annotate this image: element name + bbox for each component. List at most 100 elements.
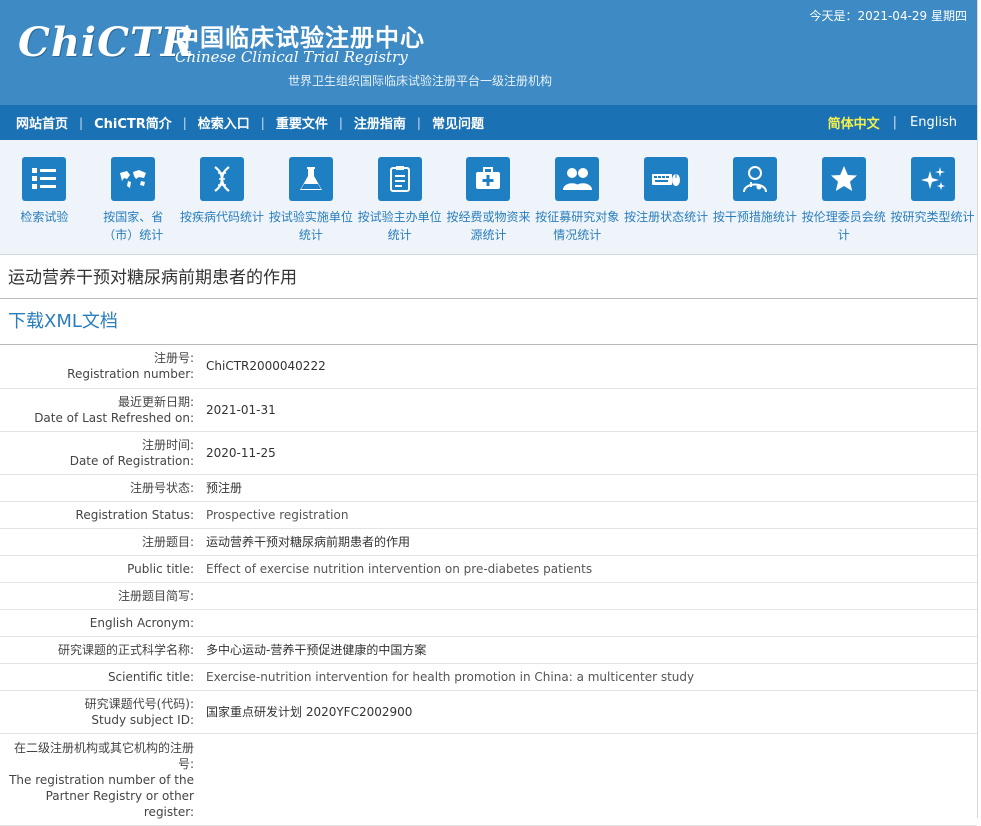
stat-by-registration-status[interactable]: 按注册状态统计 [622,140,711,254]
nav-separator: | [338,115,343,130]
nav-guide[interactable]: 注册指南 [354,113,406,132]
lang-chinese-link[interactable]: 简体中文 [828,113,880,132]
nav-separator: | [416,115,421,130]
site-title-en: Chinese Clinical Trial Registry [175,48,408,66]
nav-documents[interactable]: 重要文件 [276,113,328,132]
field-label: 研究课题的正式科学名称: [0,636,200,664]
table-row: English Acronym: [0,609,977,637]
medical-kit-icon [466,157,511,201]
registration-info-table: 注册号: Registration number: ChiCTR200004022… [0,345,977,826]
icon-label: 按试验实施单位统计 [268,210,353,242]
nav-search[interactable]: 检索入口 [198,113,250,132]
table-row: 研究课题的正式科学名称: 多中心运动-营养干预促进健康的中国方案 [0,636,977,664]
field-value: 2020-11-25 [200,431,977,475]
field-label: 在二级注册机构或其它机构的注册号: The registration number… [0,733,200,826]
doctor-icon [732,157,777,201]
logo-text: ChiCTR [18,19,195,66]
flask-icon [288,157,333,201]
field-value: ChiCTR2000040222 [200,345,977,389]
sparkle-icon [910,157,955,201]
icon-label: 检索试验 [20,210,69,224]
field-label: Registration Status: [0,501,200,529]
field-value: Effect of exercise nutrition interventio… [200,555,977,583]
stat-by-funding[interactable]: 按经费或物资来源统计 [444,140,533,254]
label-en: Study subject ID: [91,712,194,727]
table-row: 在二级注册机构或其它机构的注册号: The registration number… [0,733,977,826]
dna-icon [200,157,245,201]
nav-faq[interactable]: 常见问题 [432,113,484,132]
field-label: 注册题目: [0,528,200,556]
stat-by-institution[interactable]: 按试验实施单位统计 [266,140,355,254]
list-numbered-icon [22,157,67,201]
table-row: 注册号: Registration number: ChiCTR200004022… [0,345,977,389]
field-label: 研究课题代号(代码): Study subject ID: [0,690,200,734]
table-row: 注册题目简写: [0,582,977,610]
field-value: 国家重点研发计划 2020YFC2002900 [200,690,977,734]
field-value: 运动营养干预对糖尿病前期患者的作用 [200,528,977,556]
field-label: 注册题目简写: [0,582,200,610]
icon-label: 按国家、省（市）统计 [103,210,164,242]
field-value: 预注册 [200,474,977,502]
star-icon [821,157,866,201]
stat-search-trials[interactable]: 检索试验 [0,140,89,254]
label-en: Date of Last Refreshed on: [34,410,194,425]
field-value: Prospective registration [200,501,977,529]
field-label: Scientific title: [0,663,200,691]
lang-separator: | [892,115,898,130]
lang-english-link[interactable]: English [910,115,957,130]
label-en: Date of Registration: [69,453,194,468]
field-value: 多中心运动-营养干预促进健康的中国方案 [200,636,977,664]
stat-by-study-type[interactable]: 按研究类型统计 [888,140,977,254]
site-subtitle: 世界卫生组织国际临床试验注册平台一级注册机构 [288,74,553,88]
label-cn: 最近更新日期: [117,394,194,409]
label-cn: 在二级注册机构或其它机构的注册号: [13,740,194,771]
field-label: 注册时间: Date of Registration: [0,431,200,475]
stat-by-ethics-committee[interactable]: 按伦理委员会统计 [799,140,888,254]
field-label: Public title: [0,555,200,583]
icon-label: 按注册状态统计 [624,210,709,224]
label-cn: 注册时间: [141,437,194,452]
main-nav: 网站首页 | ChiCTR简介 | 检索入口 | 重要文件 | 注册指南 | 常… [0,105,977,140]
nav-separator: | [260,115,265,130]
current-date: 今天是：2021-04-29 星期四 [809,9,967,23]
nav-home[interactable]: 网站首页 [16,113,68,132]
field-value: 2021-01-31 [200,388,977,432]
site-header: ChiCTR 中国临床试验注册中心 Chinese Clinical Trial… [0,0,977,105]
nav-about[interactable]: ChiCTR简介 [94,113,172,132]
field-value [200,609,977,637]
trial-title: 运动营养干预对糖尿病前期患者的作用 [0,255,977,299]
icon-label: 按经费或物资来源统计 [446,210,531,242]
page: ChiCTR 中国临床试验注册中心 Chinese Clinical Trial… [0,0,978,826]
field-label: 注册号: Registration number: [0,345,200,389]
world-map-icon [111,157,156,201]
table-row: Registration Status: Prospective registr… [0,501,977,529]
table-row: 研究课题代号(代码): Study subject ID: 国家重点研发计划 20… [0,690,977,734]
people-icon [555,157,600,201]
icon-label: 按征募研究对象情况统计 [535,210,620,242]
label-en: Registration number: [67,367,194,382]
nav-separator: | [79,115,84,130]
icon-label: 按试验主办单位统计 [357,210,442,242]
stat-by-disease[interactable]: 按疾病代码统计 [178,140,267,254]
statistics-toolbar: 检索试验 按国家、省（市）统计 按疾病代码统计 按试验实施单位统计 按试验主办单… [0,140,977,255]
download-xml-link[interactable]: 下载XML文档 [0,299,977,345]
field-label: 最近更新日期: Date of Last Refreshed on: [0,388,200,432]
stat-by-intervention[interactable]: 按干预措施统计 [711,140,800,254]
stat-by-sponsor[interactable]: 按试验主办单位统计 [355,140,444,254]
icon-label: 按疾病代码统计 [180,210,265,224]
stat-by-recruitment[interactable]: 按征募研究对象情况统计 [533,140,622,254]
field-label: 注册号状态: [0,474,200,502]
label-cn: 注册号: [153,351,194,366]
keyboard-mouse-icon [644,157,689,201]
clipboard-icon [377,157,422,201]
nav-separator: | [182,115,187,130]
label-cn: 研究课题代号(代码): [84,696,194,711]
field-value: Exercise-nutrition intervention for heal… [200,663,977,691]
icon-label: 按研究类型统计 [890,210,975,224]
table-row: 注册时间: Date of Registration: 2020-11-25 [0,431,977,475]
chictr-logo[interactable]: ChiCTR [18,18,195,68]
field-label: English Acronym: [0,609,200,637]
table-row: Public title: Effect of exercise nutriti… [0,555,977,583]
stat-by-country[interactable]: 按国家、省（市）统计 [89,140,178,254]
icon-label: 按干预措施统计 [712,210,797,224]
